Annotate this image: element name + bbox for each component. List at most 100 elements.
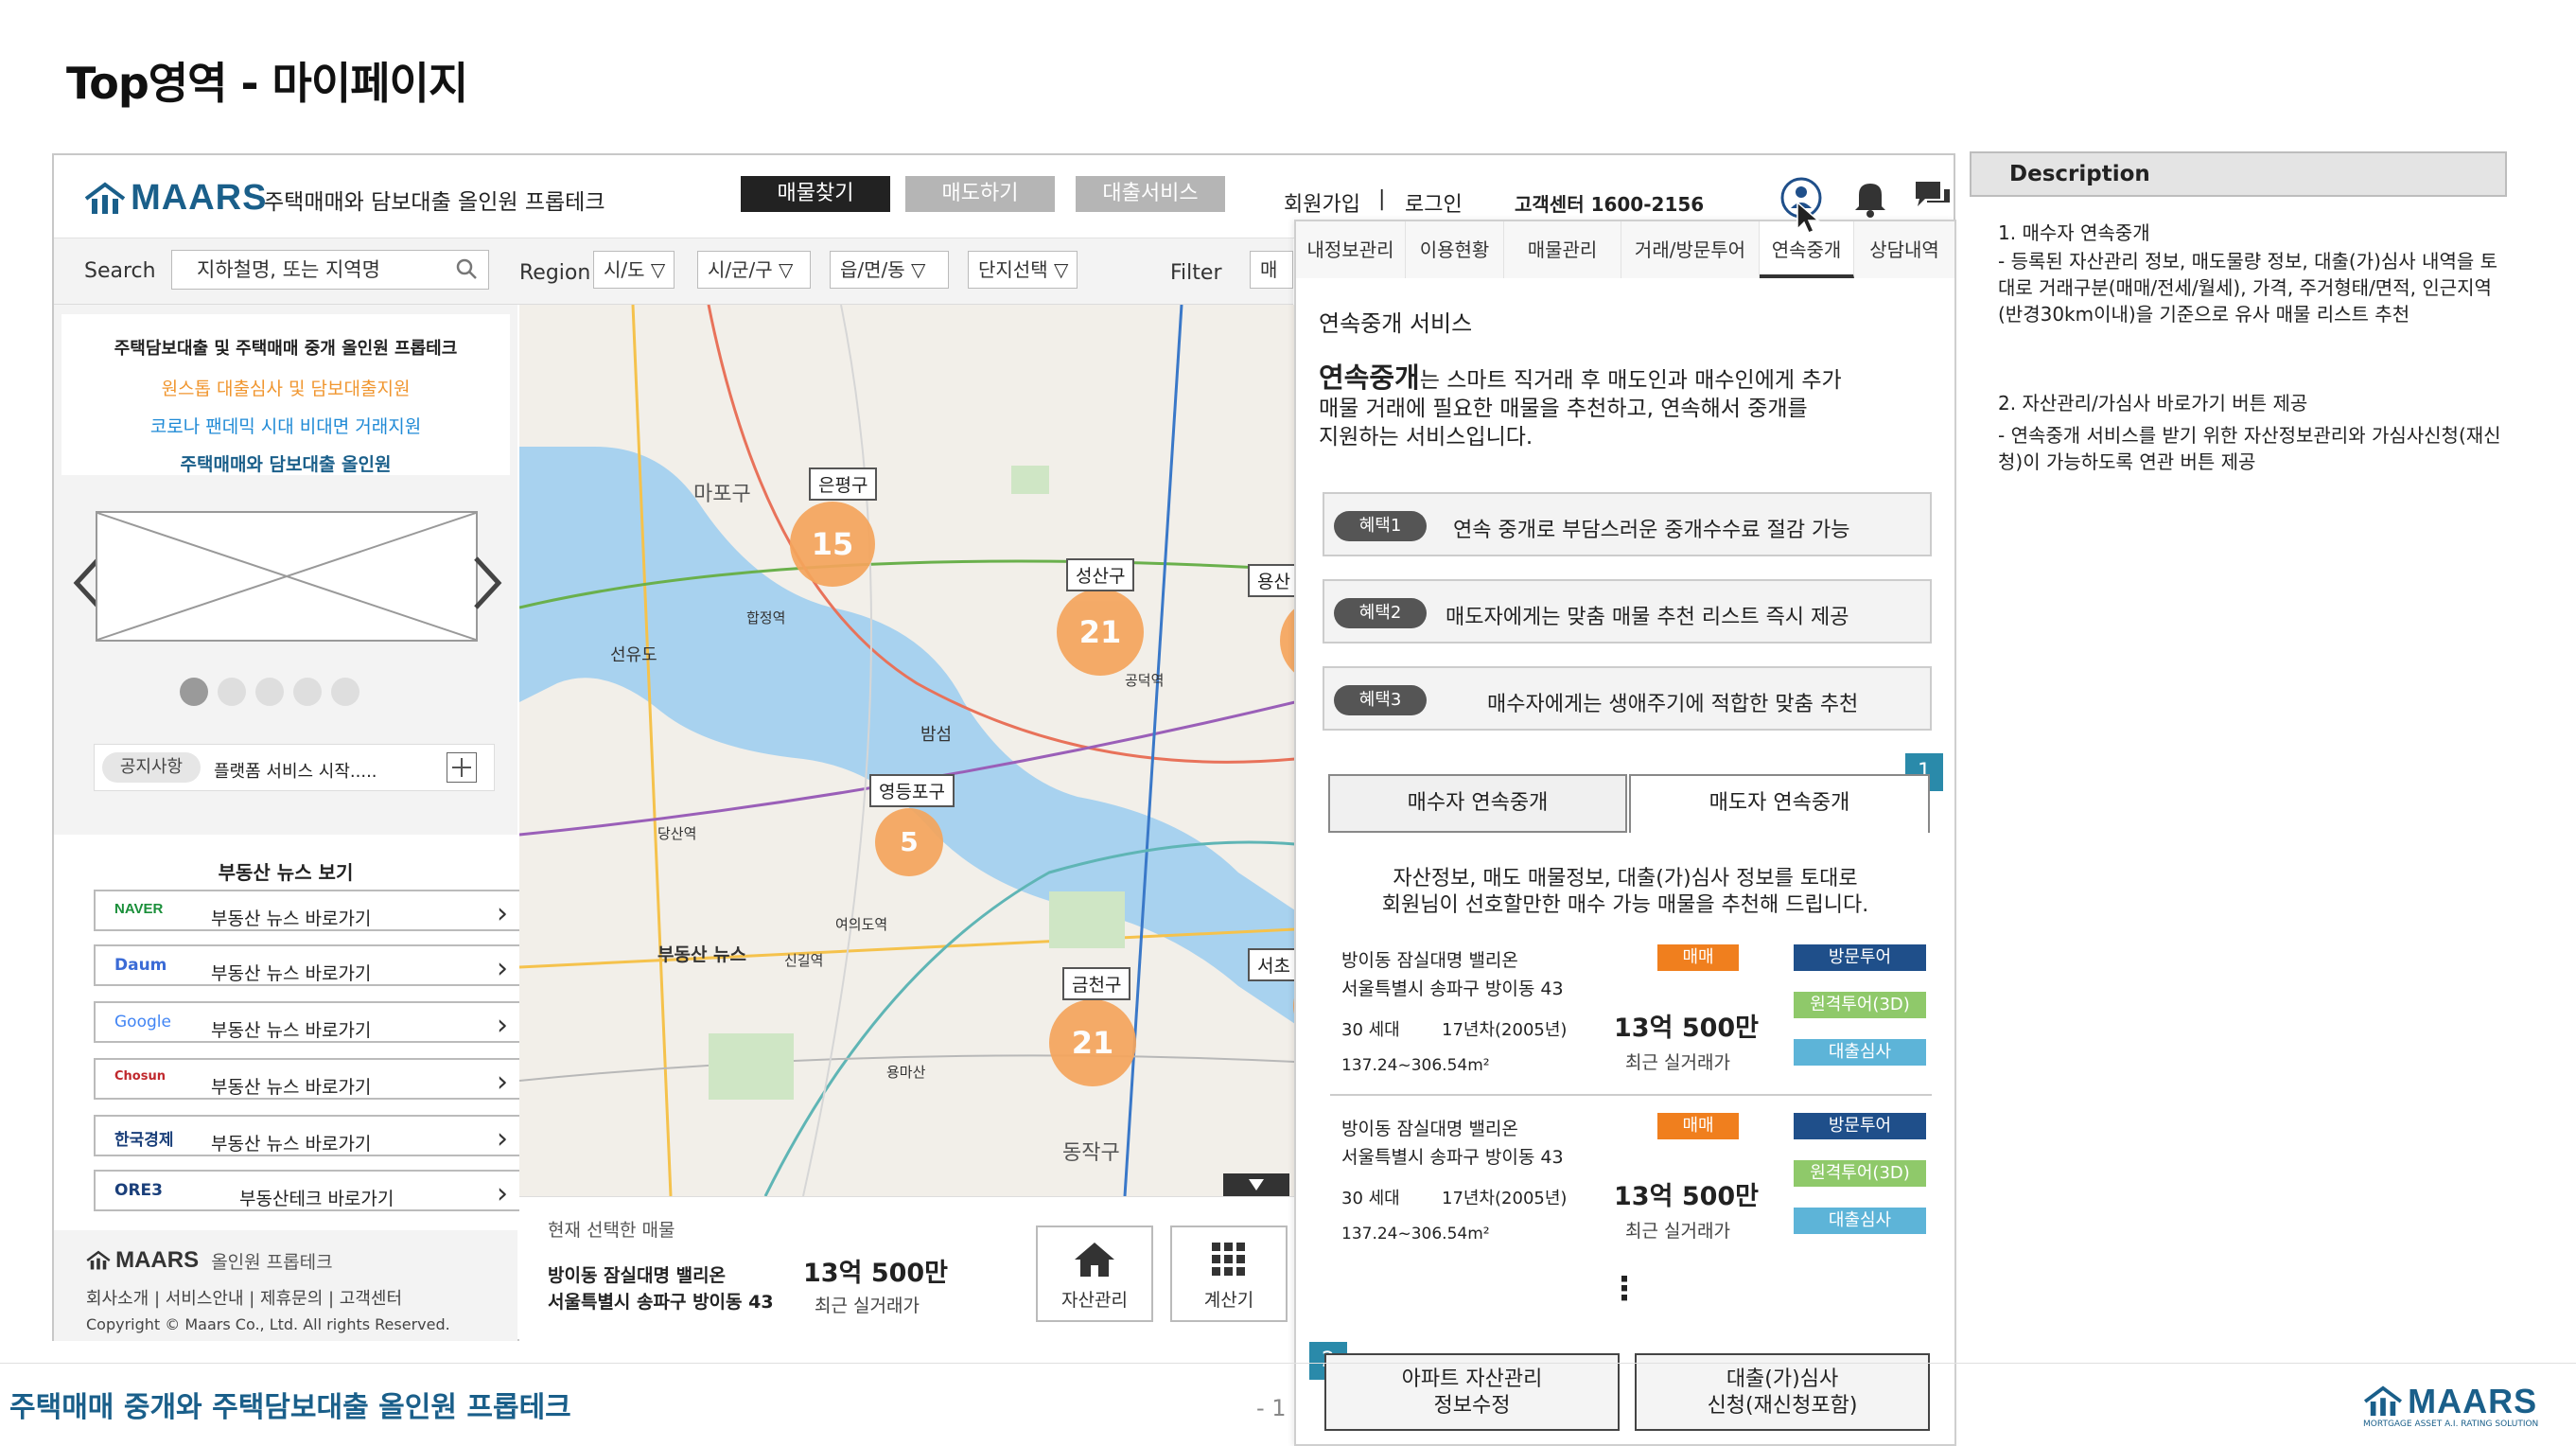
remote-tour-3d-button[interactable]: 원격투어(3D) <box>1794 1160 1926 1187</box>
listing-address: 서울특별시 송파구 방이동 43 <box>1341 1147 1564 1168</box>
asset-info-edit-label-1: 아파트 자산관리 <box>1401 1367 1543 1391</box>
reb-logo-icon: ORE3 <box>114 1181 163 1200</box>
nav-find-listing[interactable]: 매물찾기 <box>741 176 890 212</box>
filter-select[interactable]: 매물 <box>1250 251 1293 289</box>
notice-bar[interactable]: 공지사항 플랫폼 서비스 시작..... <box>94 744 495 791</box>
tab-my-info[interactable]: 내정보관리 <box>1296 221 1406 278</box>
visit-tour-button[interactable]: 방문투어 <box>1794 944 1926 971</box>
carousel-dot[interactable] <box>293 678 322 706</box>
map-place-label: 선유도 <box>610 645 657 665</box>
carousel-dot[interactable] <box>331 678 359 706</box>
news-link-daum[interactable]: Daum 부동산 뉴스 바로가기 › <box>94 944 523 986</box>
map-place-label: 부동산 뉴스 <box>657 944 747 965</box>
chevron-right-icon: › <box>497 1009 508 1042</box>
map-view[interactable]: 15 은평구 21 성산구 15 용산 5 영등포구 21 금천구 5 서초 마… <box>519 305 1295 1196</box>
complex-select[interactable]: 단지선택 ▽ <box>968 251 1078 289</box>
news-link-naver[interactable]: NAVER 부동산 뉴스 바로가기 › <box>94 890 523 931</box>
image-placeholder-icon <box>96 512 477 641</box>
listing-age: 17년차(2005년) <box>1442 1189 1568 1208</box>
tab-consultation-history[interactable]: 상담내역 <box>1854 221 1954 278</box>
google-logo-icon: Google <box>114 1013 171 1032</box>
signup-link[interactable]: 회원가입 <box>1284 187 1360 218</box>
news-link-chosun[interactable]: Chosun 부동산 뉴스 바로가기 › <box>94 1058 523 1100</box>
news-link-label: 부동산 뉴스 바로가기 <box>211 908 372 929</box>
copyright: Copyright © Maars Co., Ltd. All rights R… <box>86 1315 450 1333</box>
news-heading: 부동산 뉴스 보기 <box>218 861 354 884</box>
banner-placeholder[interactable] <box>96 511 478 642</box>
subtab-seller[interactable]: 매도자 연속중개 <box>1629 774 1930 833</box>
login-link[interactable]: 로그인 <box>1405 187 1463 218</box>
search-row: Search 지하철명, 또는 지역명 Region 시/도 ▽ 시/군/구 ▽… <box>54 238 1293 305</box>
selected-listing-price: 13억 500만 <box>803 1259 949 1288</box>
tab-usage[interactable]: 이용현황 <box>1406 221 1504 278</box>
service-intro: 연속중개는 스마트 직거래 후 매도인과 매수인에게 추가 매물 거래에 필요한… <box>1319 363 1943 451</box>
calculator-label: 계산기 <box>1203 1290 1254 1311</box>
map-cluster-label: 영등포구 <box>869 774 955 807</box>
tagline: 주택매매와 담보대출 올인원 프롭테크 <box>264 190 605 215</box>
benefit-text: 매도자에게는 맞춤 매물 추천 리스트 즉시 제공 <box>1446 606 1849 629</box>
carousel-dot[interactable] <box>218 678 246 706</box>
loan-prereview-apply-label-1: 대출(가)심사 <box>1726 1367 1839 1391</box>
recommended-listing[interactable]: 방이동 잠실대명 밸리온 서울특별시 송파구 방이동 43 30 세대 17년차… <box>1330 933 1932 1096</box>
footer-logo-suffix: 올인원 프롭테크 <box>211 1251 333 1273</box>
footer-title: 주택매매 중개와 주택담보대출 올인원 프롭테크 <box>9 1391 571 1424</box>
carousel-next-icon[interactable] <box>470 555 504 615</box>
house-logo-icon <box>84 182 126 214</box>
news-link-hankyung[interactable]: 한국경제 부동산 뉴스 바로가기 › <box>94 1115 523 1156</box>
benefit-3: 혜택3 매수자에게는 생애주기에 적합한 맞춤 추천 <box>1323 666 1932 731</box>
asset-info-edit-button[interactable]: 아파트 자산관리 정보수정 <box>1324 1353 1620 1431</box>
more-listings-icon[interactable]: ⋮ <box>1608 1270 1640 1308</box>
search-input[interactable]: 지하철명, 또는 지역명 <box>171 250 489 290</box>
carousel-dot[interactable] <box>255 678 284 706</box>
nav-loan-service[interactable]: 대출서비스 <box>1076 176 1225 212</box>
tab-listing-management[interactable]: 매물관리 <box>1504 221 1621 278</box>
recommended-listing[interactable]: 방이동 잠실대명 밸리온 서울특별시 송파구 방이동 43 30 세대 17년차… <box>1330 1102 1932 1262</box>
remote-tour-3d-button[interactable]: 원격투어(3D) <box>1794 992 1926 1018</box>
mouse-cursor-icon <box>1796 201 1821 238</box>
news-section: 부동산 뉴스 보기 NAVER 부동산 뉴스 바로가기 › Daum 부동산 뉴… <box>54 835 523 1341</box>
filter-label: Filter <box>1170 261 1222 285</box>
promo-heading: 주택담보대출 및 주택매매 중개 올인원 프롭테크 <box>114 339 458 359</box>
call-center: 고객센터 1600-2156 <box>1515 193 1705 216</box>
description-item-2-body: - 연속중개 서비스를 받기 위한 자산정보관리와 가심사신청(재신청)이 가능… <box>1998 424 2501 473</box>
benefit-badge: 혜택1 <box>1334 511 1427 541</box>
tab-deal-visit-tour[interactable]: 거래/방문투어 <box>1621 221 1760 278</box>
footer-links[interactable]: 회사소개 | 서비스안내 | 제휴문의 | 고객센터 <box>86 1285 402 1310</box>
news-link-label: 부동산테크 바로가기 <box>239 1189 394 1209</box>
map-cluster[interactable]: 21 <box>1049 999 1136 1086</box>
loan-review-button[interactable]: 대출심사 <box>1794 1039 1926 1066</box>
search-icon[interactable] <box>455 257 478 284</box>
benefit-text: 연속 중개로 부담스러운 중개수수료 절감 가능 <box>1453 519 1850 542</box>
selected-listing-label: 현재 선택한 매물 <box>548 1220 675 1241</box>
map-cluster[interactable]: 5 <box>875 808 943 876</box>
listing-address: 서울특별시 송파구 방이동 43 <box>1341 979 1564 999</box>
bell-icon[interactable] <box>1851 178 1889 221</box>
map-place-label: 마포구 <box>693 483 751 506</box>
news-link-reb[interactable]: ORE3 부동산테크 바로가기 › <box>94 1170 523 1211</box>
service-intro-text-1: 는 스마트 직거래 후 매도인과 매수인에게 추가 <box>1419 368 1842 393</box>
asset-management-button[interactable]: 자산관리 <box>1036 1226 1153 1322</box>
listing-name: 방이동 잠실대명 밸리온 <box>1341 1119 1518 1139</box>
loan-prereview-apply-button[interactable]: 대출(가)심사 신청(재신청포함) <box>1635 1353 1930 1431</box>
slide-title: Top영역 - 마이페이지 <box>66 58 468 109</box>
footer-logo[interactable]: MAARS 올인원 프롭테크 <box>86 1247 333 1274</box>
region-sigungu-select[interactable]: 시/군/구 ▽ <box>697 251 811 289</box>
daum-logo-icon: Daum <box>114 956 167 975</box>
chat-icon[interactable] <box>1912 178 1954 221</box>
map-cluster[interactable]: 15 <box>790 502 875 587</box>
news-link-google[interactable]: Google 부동산 뉴스 바로가기 › <box>94 1001 523 1043</box>
map-cluster[interactable]: 21 <box>1057 589 1144 676</box>
visit-tour-button[interactable]: 방문투어 <box>1794 1113 1926 1139</box>
map-collapse-handle[interactable] <box>1223 1173 1289 1196</box>
region-eupmyeondong-select[interactable]: 읍/면/동 ▽ <box>830 251 949 289</box>
loan-review-button[interactable]: 대출심사 <box>1794 1208 1926 1234</box>
nav-sell[interactable]: 매도하기 <box>905 176 1055 212</box>
grid-icon <box>1212 1243 1245 1276</box>
region-sido-select[interactable]: 시/도 ▽ <box>593 251 675 289</box>
subtab-buyer[interactable]: 매수자 연속중개 <box>1328 774 1627 833</box>
logo[interactable]: MAARS <box>84 178 267 219</box>
carousel-dot-active[interactable] <box>180 678 208 706</box>
benefit-2: 혜택2 매도자에게는 맞춤 매물 추천 리스트 즉시 제공 <box>1323 579 1932 644</box>
calculator-button[interactable]: 계산기 <box>1170 1226 1288 1322</box>
notice-more-icon[interactable] <box>447 752 477 783</box>
